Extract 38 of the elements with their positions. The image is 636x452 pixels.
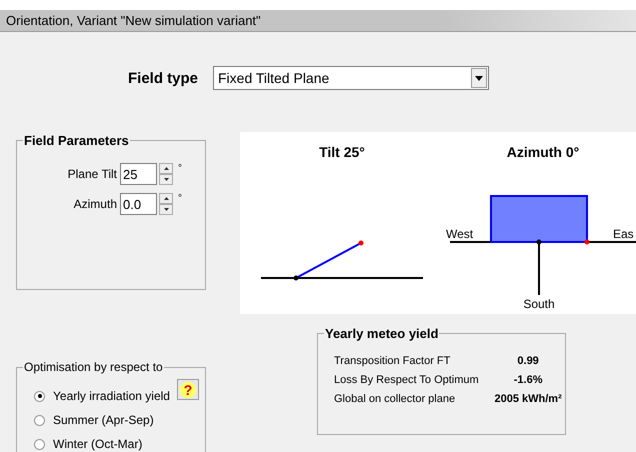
metric-label: Transposition Factor FT bbox=[334, 355, 452, 367]
input-field[interactable]: 0.0 bbox=[120, 193, 157, 215]
metric-value: 2005 kWh/m² bbox=[493, 393, 563, 405]
input-field[interactable]: 25 bbox=[120, 163, 157, 185]
radio-label: Yearly irradiation yield bbox=[53, 389, 170, 403]
metric-value: -1.6% bbox=[512, 374, 544, 386]
metric-label: Loss By Respect To Optimum bbox=[334, 374, 480, 386]
window-title: Orientation, Variant "New simulation variant" bbox=[6, 13, 261, 28]
radio-button[interactable] bbox=[34, 438, 45, 450]
group-title: Yearly meteo yield bbox=[324, 326, 440, 341]
spin-down-button[interactable] bbox=[159, 174, 173, 185]
tilt-title: Tilt 25° bbox=[319, 144, 365, 160]
radio-label: Summer (Apr-Sep) bbox=[53, 413, 154, 427]
field-label: Azimuth bbox=[72, 197, 118, 211]
south-label: South bbox=[523, 297, 555, 311]
down-arrow-icon bbox=[164, 208, 168, 211]
up-arrow-icon bbox=[164, 167, 168, 170]
radio-button[interactable] bbox=[34, 414, 45, 426]
group-title: Optimisation by respect to bbox=[23, 360, 164, 374]
west-label: West bbox=[446, 227, 474, 241]
field-label: Plane Tilt bbox=[66, 167, 118, 181]
field-type-label: Field type bbox=[128, 70, 200, 86]
metric-label: Global on collector plane bbox=[334, 393, 456, 405]
metric-value: 0.99 bbox=[516, 355, 540, 367]
degree-unit: ° bbox=[178, 193, 182, 204]
azimuth-title: Azimuth 0° bbox=[506, 144, 580, 160]
spin-up-button[interactable] bbox=[159, 163, 173, 174]
down-arrow-icon bbox=[164, 178, 168, 181]
east-label: Eas bbox=[613, 227, 634, 241]
group-title: Field Parameters bbox=[23, 133, 130, 148]
spin-up-button[interactable] bbox=[159, 193, 173, 204]
field-type-dropdown[interactable]: Fixed Tilted Plane bbox=[213, 66, 489, 90]
radio-label: Winter (Oct-Mar) bbox=[53, 437, 142, 451]
degree-unit: ° bbox=[178, 163, 182, 174]
up-arrow-icon bbox=[164, 197, 168, 200]
help-button[interactable]: ? bbox=[177, 379, 199, 400]
spin-down-button[interactable] bbox=[159, 204, 173, 215]
radio-button[interactable] bbox=[34, 390, 45, 402]
